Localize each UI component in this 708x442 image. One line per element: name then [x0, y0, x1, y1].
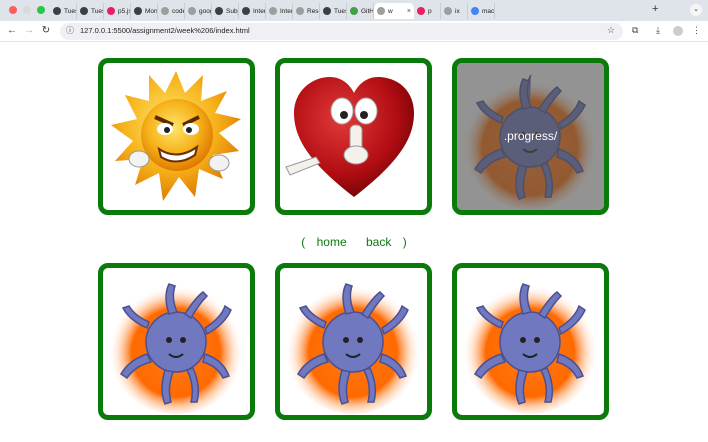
profile-avatar[interactable] — [673, 26, 683, 36]
browser-tab-bar: Tuesd Tuesd p5.js Mon code googl Subje Intera In… — [0, 0, 708, 21]
favicon-icon — [296, 7, 304, 15]
tab-label: ix — [455, 7, 460, 15]
progress-overlay-label: .progress/ — [503, 129, 558, 143]
card-sun[interactable] — [98, 58, 255, 215]
back-link[interactable]: back — [366, 235, 391, 249]
tab-strip: Tuesd Tuesd p5.js Mon code googl Subje Intera In… — [50, 3, 495, 19]
favicon-icon — [53, 7, 61, 15]
reload-icon[interactable]: ↻ — [40, 25, 52, 37]
card-virus-1[interactable] — [98, 263, 255, 420]
tab-label: GitH — [361, 7, 374, 15]
favicon-icon — [471, 7, 479, 15]
menu-kebab-icon[interactable]: ⋮ — [692, 25, 701, 36]
tab-label: Mon — [145, 7, 158, 15]
angry-sun-image — [111, 71, 241, 201]
browser-tab[interactable]: Resea — [293, 3, 320, 19]
forward-arrow-icon[interactable]: → — [23, 25, 35, 37]
favicon-icon — [80, 7, 88, 15]
tab-label: Intera — [280, 7, 293, 15]
minimize-window-button[interactable] — [23, 6, 31, 14]
virus-image — [108, 278, 244, 414]
nav-links: ( home back ) — [0, 235, 708, 249]
virus-image — [285, 278, 421, 414]
tab-label: p — [428, 7, 432, 15]
tab-label: googl — [199, 7, 211, 15]
favicon-icon — [269, 7, 277, 15]
favicon-icon — [323, 7, 331, 15]
tab-active[interactable]: w × — [374, 3, 414, 19]
browser-tab[interactable]: code — [158, 3, 185, 19]
virus-image — [462, 278, 598, 414]
browser-tab[interactable]: p5.js — [104, 3, 131, 19]
favicon-icon — [350, 7, 358, 15]
favicon-icon — [444, 7, 452, 15]
bookmark-star-icon[interactable]: ☆ — [607, 25, 615, 36]
site-info-icon[interactable]: ⓘ — [66, 26, 76, 36]
browser-tab[interactable]: Tuesd — [50, 3, 77, 19]
browser-tab[interactable]: Intera — [266, 3, 293, 19]
tab-label: Resea — [307, 7, 319, 15]
tab-label: mac — [482, 7, 495, 15]
tab-label: p5.js — [118, 7, 131, 15]
tab-label: w — [388, 7, 393, 15]
card-virus-2[interactable] — [275, 263, 432, 420]
browser-tab[interactable]: mac — [468, 3, 495, 19]
new-tab-button[interactable]: + — [652, 3, 658, 15]
favicon-icon — [377, 7, 385, 15]
browser-tab[interactable]: GitH — [347, 3, 374, 19]
favicon-icon — [107, 7, 115, 15]
nav-close-paren: ) — [402, 235, 407, 249]
browser-tab[interactable]: Intera — [239, 3, 266, 19]
back-arrow-icon[interactable]: ← — [6, 25, 18, 37]
tab-label: Subje — [226, 7, 238, 15]
card-virus-hover[interactable]: .progress/ — [452, 58, 609, 215]
browser-tab[interactable]: Subje — [212, 3, 239, 19]
favicon-icon — [161, 7, 169, 15]
favicon-icon — [417, 7, 425, 15]
browser-tab[interactable]: Tuesd — [320, 3, 347, 19]
home-link[interactable]: home — [317, 235, 347, 249]
download-icon[interactable]: ⤓ — [656, 25, 660, 36]
nav-open-paren: ( — [301, 235, 306, 249]
close-tab-icon[interactable]: × — [407, 8, 411, 15]
favicon-icon — [134, 7, 142, 15]
tab-label: Tuesd — [334, 7, 346, 15]
favicon-icon — [242, 7, 250, 15]
browser-tab[interactable]: googl — [185, 3, 212, 19]
browser-toolbar: ← → ↻ ⓘ 127.0.0.1:5500/assignment2/week%… — [0, 21, 708, 42]
extensions-icon[interactable]: ⧉ — [632, 25, 638, 36]
address-bar[interactable]: ⓘ 127.0.0.1:5500/assignment2/week%206/in… — [60, 23, 623, 40]
tab-label: code — [172, 7, 185, 15]
tab-label: Tuesd — [91, 7, 103, 15]
browser-tab[interactable]: p — [414, 3, 441, 19]
browser-tab[interactable]: Tuesd — [77, 3, 104, 19]
tab-search-icon[interactable]: ⌄ — [690, 4, 702, 16]
url-text: 127.0.0.1:5500/assignment2/week%206/inde… — [80, 26, 250, 35]
favicon-icon — [215, 7, 223, 15]
favicon-icon — [188, 7, 196, 15]
card-heart[interactable] — [275, 58, 432, 215]
heart-shush-image — [285, 77, 414, 197]
close-window-button[interactable] — [9, 6, 17, 14]
tab-label: Intera — [253, 7, 266, 15]
browser-tab[interactable]: ix — [441, 3, 468, 19]
card-virus-3[interactable] — [452, 263, 609, 420]
browser-tab[interactable]: Mon — [131, 3, 158, 19]
tab-label: Tuesd — [64, 7, 76, 15]
maximize-window-button[interactable] — [37, 6, 45, 14]
